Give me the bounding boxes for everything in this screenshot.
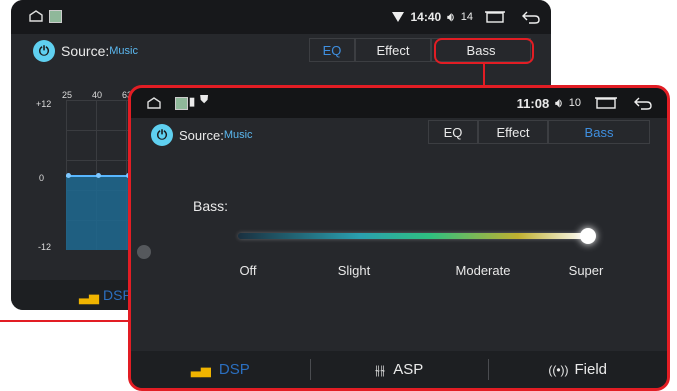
tab-dsp-label: DSP xyxy=(218,361,250,378)
volume-level: 14 xyxy=(460,11,473,23)
eq-y-label-mid: 0 xyxy=(39,173,45,183)
equalizer-icon: ▃▅ xyxy=(190,361,211,377)
highlight-box xyxy=(434,38,534,64)
eq-y-label-top: +12 xyxy=(36,99,52,109)
sliders-icon: ⫳⫳ xyxy=(374,361,386,377)
app-thumbnail-icon xyxy=(175,97,188,110)
front-status-bar: ▮ ⛊ 11:08 🔉︎ 10 xyxy=(131,88,667,118)
front-tabs: EQ Effect Bass xyxy=(428,120,650,144)
front-screen: ▮ ⛊ 11:08 🔉︎ 10 ⏻ Source: Music EQ Effect… xyxy=(128,85,670,391)
status-time: 14:40 xyxy=(410,10,442,24)
back-status-bar: 14:40 🔉︎ 14 xyxy=(11,0,551,34)
app-thumbnail-icon xyxy=(49,10,62,23)
home-icon[interactable] xyxy=(147,97,161,109)
bass-slider-knob[interactable] xyxy=(580,228,596,244)
eq-point[interactable] xyxy=(96,173,101,178)
bass-label: Bass: xyxy=(193,198,229,214)
tab-eq[interactable]: EQ xyxy=(309,38,355,62)
tab-effect[interactable]: Effect xyxy=(478,120,548,144)
bass-level-off[interactable]: Off xyxy=(239,263,256,278)
tab-asp[interactable]: ⫳⫳ ASP xyxy=(309,351,489,388)
back-arrow-icon[interactable] xyxy=(633,96,653,110)
bass-level-super[interactable]: Super xyxy=(569,263,604,278)
shield-icon: ⛊ xyxy=(200,94,209,106)
home-icon[interactable] xyxy=(29,10,43,22)
recent-apps-icon[interactable] xyxy=(485,11,505,23)
eq-x-label: 40 xyxy=(92,90,103,100)
bass-level-slight[interactable]: Slight xyxy=(338,263,371,278)
eq-point[interactable] xyxy=(66,173,71,178)
power-icon[interactable]: ⏻ xyxy=(151,124,173,146)
tab-field[interactable]: ((•)) Field xyxy=(488,351,667,388)
bass-level-moderate[interactable]: Moderate xyxy=(456,263,511,278)
front-bottom-bar: ▃▅ DSP ⫳⫳ ASP ((•)) Field xyxy=(131,351,667,388)
bass-slider[interactable] xyxy=(238,233,588,239)
source-value[interactable]: Music xyxy=(224,129,253,141)
status-time: 11:08 xyxy=(516,95,550,111)
tab-field-label: Field xyxy=(574,361,608,378)
recent-apps-icon[interactable] xyxy=(595,97,617,109)
volume-icon: 🔉︎ xyxy=(447,9,455,24)
tab-effect[interactable]: Effect xyxy=(355,38,431,62)
source-label: Source: xyxy=(179,127,224,143)
wifi-icon xyxy=(392,12,405,22)
sim-icon: ▮ xyxy=(189,96,196,108)
power-icon[interactable]: ⏻ xyxy=(33,40,55,62)
eq-x-label: 25 xyxy=(62,90,73,100)
back-arrow-icon[interactable] xyxy=(521,10,541,24)
equalizer-icon: ▃▅ xyxy=(79,289,99,304)
tab-asp-label: ASP xyxy=(393,361,424,378)
slide-handle[interactable] xyxy=(137,245,151,259)
tab-eq[interactable]: EQ xyxy=(428,120,478,144)
volume-icon: 🔉︎ xyxy=(555,95,563,110)
speaker-wave-icon: ((•)) xyxy=(548,362,569,377)
source-label: Source: xyxy=(61,43,110,59)
tab-dsp[interactable]: ▃▅ DSP xyxy=(131,351,310,388)
callout-line xyxy=(0,320,130,322)
source-value[interactable]: Music xyxy=(109,45,138,57)
eq-y-label-bottom: -12 xyxy=(38,242,52,252)
tab-bass[interactable]: Bass xyxy=(548,120,650,144)
volume-level: 10 xyxy=(568,97,581,109)
